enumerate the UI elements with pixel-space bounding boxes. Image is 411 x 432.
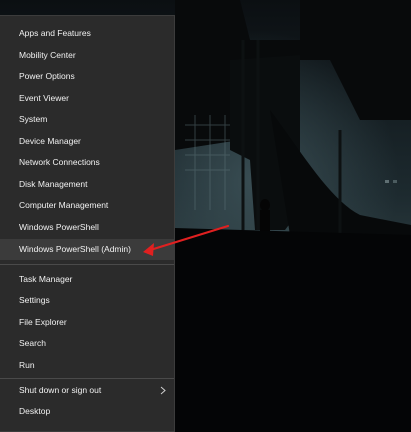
menu-item-windows-powershell-admin[interactable]: Windows PowerShell (Admin) bbox=[0, 239, 174, 260]
menu-item-shut-down-or-sign-out[interactable]: Shut down or sign out bbox=[0, 380, 174, 401]
menu-item-power-options[interactable]: Power Options bbox=[0, 66, 174, 87]
menu-item-task-manager[interactable]: Task Manager bbox=[0, 269, 174, 290]
menu-item-windows-powershell[interactable]: Windows PowerShell bbox=[0, 217, 174, 238]
menu-item-desktop[interactable]: Desktop bbox=[0, 401, 174, 422]
menu-item-device-manager[interactable]: Device Manager bbox=[0, 131, 174, 152]
menu-item-file-explorer[interactable]: File Explorer bbox=[0, 312, 174, 333]
menu-item-network-connections[interactable]: Network Connections bbox=[0, 152, 174, 173]
menu-separator bbox=[0, 264, 174, 265]
desktop-screen: Apps and Features Mobility Center Power … bbox=[0, 0, 411, 432]
menu-item-disk-management[interactable]: Disk Management bbox=[0, 174, 174, 195]
menu-item-event-viewer[interactable]: Event Viewer bbox=[0, 88, 174, 109]
quick-link-menu: Apps and Features Mobility Center Power … bbox=[0, 15, 175, 432]
menu-item-settings[interactable]: Settings bbox=[0, 290, 174, 311]
menu-item-system[interactable]: System bbox=[0, 109, 174, 130]
menu-separator bbox=[0, 378, 174, 379]
menu-item-computer-management[interactable]: Computer Management bbox=[0, 195, 174, 216]
menu-item-mobility-center[interactable]: Mobility Center bbox=[0, 45, 174, 66]
menu-item-apps-and-features[interactable]: Apps and Features bbox=[0, 23, 174, 44]
menu-item-label: Shut down or sign out bbox=[19, 385, 102, 395]
menu-item-run[interactable]: Run bbox=[0, 355, 174, 376]
menu-item-search[interactable]: Search bbox=[0, 333, 174, 354]
